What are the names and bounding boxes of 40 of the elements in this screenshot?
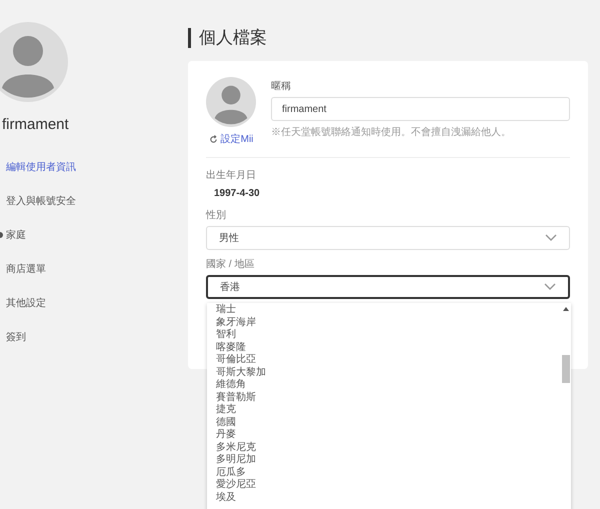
scroll-up-arrow-icon	[563, 307, 569, 311]
gender-label: 性別	[206, 208, 227, 223]
dropdown-option[interactable]: 多明尼加	[216, 454, 561, 466]
dropdown-option[interactable]: 德國	[216, 416, 561, 429]
username: firmament	[2, 115, 69, 135]
sidebar-item[interactable]: 家庭	[6, 228, 26, 242]
sidebar-item[interactable]: 其他設定	[6, 296, 46, 310]
dropdown-option[interactable]: 喀麥隆	[216, 342, 561, 354]
sidebar-item[interactable]: 簽到	[6, 330, 26, 344]
sidebar-item[interactable]: 編輯使用者資訊	[6, 160, 76, 174]
dropdown-option[interactable]: 愛沙尼亞	[216, 479, 561, 492]
dropdown-option[interactable]: 丹麥	[216, 429, 561, 442]
refresh-icon	[208, 135, 218, 144]
gender-select[interactable]: 男性	[206, 226, 570, 250]
avatar-placeholder	[206, 77, 256, 127]
dropdown-option[interactable]: 多米尼克	[216, 442, 561, 454]
scrollbar-thumb[interactable]	[562, 355, 570, 383]
dropdown-option[interactable]: 維德角	[216, 379, 561, 392]
dropdown-option[interactable]: 哥倫比亞	[216, 354, 561, 366]
dropdown-option[interactable]: 智利	[216, 329, 561, 342]
chevron-down-icon	[545, 234, 557, 242]
nickname-hint: ※任天堂帳號聯絡通知時使用。不會擅自洩漏給他人。	[271, 126, 512, 140]
dropdown-option[interactable]: 賽普勒斯	[216, 392, 561, 404]
nickname-label: 暱稱	[271, 80, 292, 94]
page-title: 個人檔案	[199, 27, 267, 50]
set-mii-link[interactable]: 設定Mii	[208, 132, 254, 147]
nickname-field[interactable]: firmament	[271, 97, 570, 121]
region-label: 國家 / 地區	[206, 258, 256, 272]
dropdown-option[interactable]: 瑞士	[216, 304, 561, 316]
birthday-label: 出生年月日	[206, 168, 257, 183]
sidebar-item[interactable]: 商店選單	[6, 262, 46, 276]
birthday-value: 1997-4-30	[214, 187, 261, 201]
dropdown-option[interactable]: 捷克	[216, 404, 561, 416]
dropdown-option[interactable]: 哥斯大黎加	[216, 366, 561, 379]
region-select[interactable]: 香港	[206, 275, 570, 299]
dropdown-option[interactable]: 象牙海岸	[216, 316, 561, 329]
chevron-down-icon	[544, 283, 556, 291]
sidebar-item[interactable]: 登入與帳號安全	[6, 194, 76, 208]
dropdown-option[interactable]: 厄瓜多	[216, 466, 561, 479]
dropdown-option[interactable]: 埃及	[216, 492, 561, 504]
